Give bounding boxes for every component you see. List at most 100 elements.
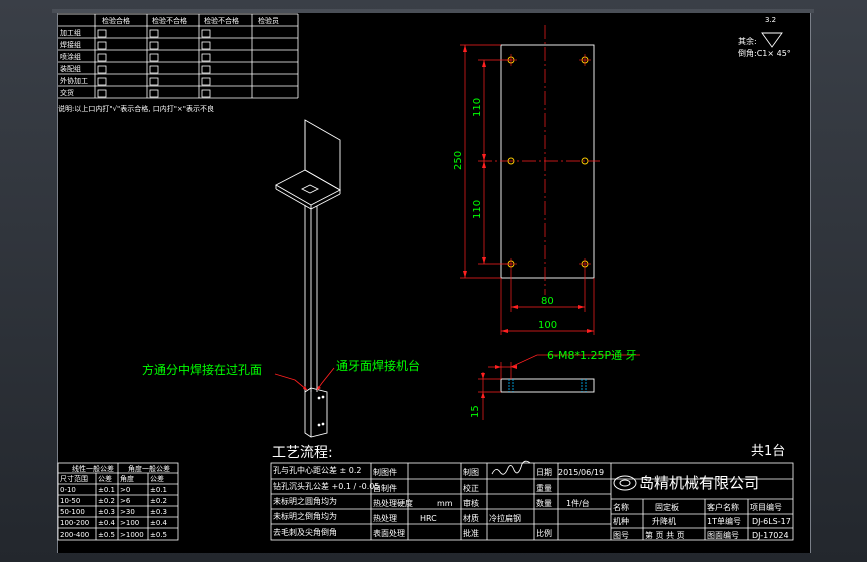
- tol-r0c2: 角度: [120, 474, 134, 483]
- roughness-value: 3.2: [765, 16, 776, 24]
- dim-15: 15: [470, 405, 481, 418]
- ratio-label: 比例: [536, 528, 552, 538]
- tol-title-linear: 线性一般公差: [72, 464, 114, 473]
- project-no: 1T单编号: [707, 516, 741, 526]
- sign-label: 批准: [463, 528, 479, 538]
- quality-table: [58, 13, 299, 99]
- roughness-note: 3.2 其余: 倒角:C1× 45°: [738, 16, 791, 58]
- drawn-by-label: 制图件: [373, 467, 397, 477]
- qt-header-1: 检验合格: [102, 16, 130, 25]
- page-label: 图面编号: [707, 530, 739, 540]
- machine-value: 升降机: [652, 516, 676, 526]
- tol-r0c0: 尺寸范围: [60, 474, 88, 483]
- dimension-arrows: [463, 45, 594, 333]
- weld-annotations: 方通分中焊接在过孔面 通牙面焊接机台: [142, 358, 420, 391]
- drawn-by2-label: 自制件: [373, 483, 397, 493]
- isometric-view: [275, 119, 341, 438]
- part-name: 固定板: [655, 502, 679, 512]
- tol-r2c1: ±0.2: [98, 497, 115, 505]
- tol-r1c0: 0-10: [60, 486, 76, 494]
- front-view: [478, 25, 600, 295]
- roughness-label: 其余:: [738, 36, 757, 46]
- company-logo: [613, 475, 637, 491]
- approve-label: 审核: [463, 498, 479, 508]
- note-5: 去毛刺及尖角倒角: [273, 527, 337, 537]
- tol-r4c3: ±0.4: [150, 519, 168, 527]
- process-title: 工艺流程:: [272, 445, 333, 461]
- hrc-label: HRC: [420, 514, 437, 523]
- side-view: 15 6-M8*1.25P通 牙: [470, 349, 640, 420]
- material-label: 材质: [463, 513, 479, 523]
- dimension-lines: [460, 44, 595, 335]
- tol-r5c1: ±0.5: [98, 531, 115, 539]
- tol-r3c3: ±0.3: [150, 508, 167, 516]
- tol-r5c0: 200-400: [60, 531, 89, 539]
- hole-markers: [507, 56, 589, 268]
- qt-header-2: 检验不合格: [152, 16, 187, 25]
- note-1: 孔与孔中心距公差 ± 0.2: [273, 465, 362, 475]
- drawing-label: 图号: [613, 531, 629, 540]
- quality-table-text: 检验合格 检验不合格 检验不合格 检验员 加工组 焊接组 喷涂组 装配组 外协加…: [58, 16, 279, 113]
- quality-table-checkboxes[interactable]: [97, 29, 211, 98]
- qt-note: 说明:以上口内打"√"表示合格, 口内打"×"表示不良: [58, 104, 214, 113]
- project-label: 项目编号: [750, 502, 782, 512]
- hardness-unit: mm: [437, 499, 453, 508]
- tol-r3c2: >30: [120, 508, 135, 516]
- tol-r5c3: ±0.5: [150, 531, 167, 539]
- dim-80: 80: [541, 296, 554, 307]
- tol-r3c1: ±0.3: [98, 508, 115, 516]
- draw-label: 制图: [463, 467, 479, 477]
- note-4: 未标明之倒角均为: [273, 511, 337, 521]
- qt-row-3: 喷涂组: [60, 52, 81, 61]
- material-value: 冷拉扁钢: [489, 513, 521, 523]
- dim-110-upper: 110: [472, 98, 483, 117]
- chamfer-note: 倒角:C1× 45°: [738, 48, 791, 58]
- tol-r2c0: 10-50: [60, 497, 80, 505]
- tol-r2c3: ±0.2: [150, 497, 167, 505]
- dim-100: 100: [538, 320, 557, 331]
- date-value: 2015/06/19: [558, 468, 604, 477]
- qty-label: 数量: [536, 498, 552, 508]
- note-3: 未标明之圆角均为: [273, 496, 337, 506]
- thread-note: 6-M8*1.25P通 牙: [547, 349, 637, 362]
- qt-row-5: 外协加工: [60, 76, 88, 85]
- tol-r2c2: >6: [120, 497, 131, 505]
- dimension-labels: 110 110 250 80 100: [453, 98, 557, 331]
- hardness-label: 热处理硬度: [373, 498, 413, 508]
- weld-tap-note: 通牙面焊接机台: [336, 358, 420, 373]
- tol-r1c1: ±0.1: [98, 486, 115, 494]
- qt-row-1: 加工组: [60, 28, 81, 37]
- sheet-label: 第 页 共 页: [645, 530, 685, 540]
- cad-window: 检验合格 检验不合格 检验不合格 检验员 加工组 焊接组 喷涂组 装配组 外协加…: [0, 0, 867, 562]
- machine-label: 机种: [613, 516, 629, 526]
- dim-250: 250: [453, 151, 464, 170]
- date-label: 日期: [536, 468, 552, 477]
- qt-row-2: 焊接组: [60, 40, 81, 49]
- tol-r4c2: >100: [120, 519, 139, 527]
- drawing-canvas[interactable]: 检验合格 检验不合格 检验不合格 检验员 加工组 焊接组 喷涂组 装配组 外协加…: [0, 0, 867, 562]
- tol-r0c1: 公差: [98, 474, 112, 483]
- roughness-symbol-icon: [761, 32, 783, 48]
- quantity-total: 共1台: [751, 444, 785, 459]
- qt-header-3: 检验不合格: [204, 16, 239, 25]
- tol-title-angle: 角度一般公差: [128, 464, 170, 473]
- check-label: 校正: [463, 483, 479, 493]
- tol-r5c2: >1000: [120, 531, 144, 539]
- tol-r4c0: 100-200: [60, 519, 89, 527]
- tol-r3c0: 50-100: [60, 508, 85, 516]
- company-name: 岛精机械有限公司: [639, 474, 759, 492]
- drawing-no: DJ-6LS-17: [752, 517, 791, 526]
- heat-treat-label: 热处理: [373, 513, 397, 523]
- note-2: 钻孔沉头孔公差 +0.1 / -0.05: [273, 481, 379, 491]
- qt-row-4: 装配组: [60, 64, 81, 73]
- weight-label: 重量: [536, 483, 552, 493]
- qty-value: 1件/台: [566, 498, 590, 508]
- dim-110-lower: 110: [472, 200, 483, 219]
- surface-label: 表面处理: [373, 528, 405, 538]
- qt-header-4: 检验员: [258, 16, 279, 25]
- weld-center-note: 方通分中焊接在过孔面: [142, 362, 262, 377]
- name-label: 名称: [613, 502, 629, 512]
- tol-r4c1: ±0.4: [98, 519, 116, 527]
- qt-row-6: 交货: [60, 88, 74, 97]
- customer-label: 客户名称: [707, 502, 739, 512]
